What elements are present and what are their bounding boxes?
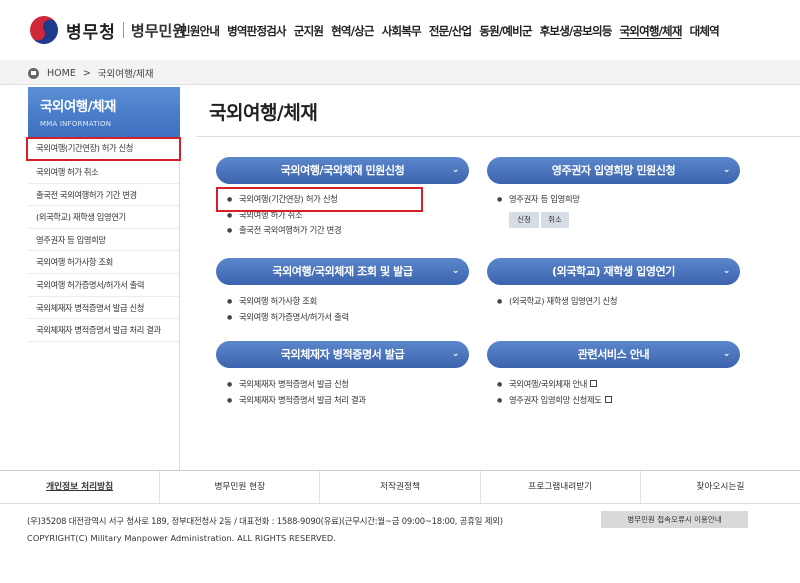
- external-link-icon: [590, 380, 598, 387]
- site-header: 병무청 병무민원 민원안내 병역판정검사 군지원 현역/상근 사회복무 전문/산…: [0, 0, 800, 60]
- sidebar-subtitle: MMA INFORMATION: [40, 120, 112, 128]
- footer-link-privacy[interactable]: 개인정보 처리방침: [0, 471, 161, 503]
- nav-item-candidate[interactable]: 후보생/공보의등: [540, 23, 613, 39]
- sidebar-item-permit-inquiry[interactable]: 국외여행 허가사항 조회: [28, 251, 179, 274]
- footer-link-copyright[interactable]: 저작권정책: [320, 471, 481, 503]
- list-item[interactable]: 국외체재자 병적증명서 발급 신청: [227, 377, 366, 393]
- nav-item-overseas[interactable]: 국외여행/체재: [620, 23, 683, 39]
- apply-button[interactable]: 신청: [509, 212, 539, 228]
- chevron-down-icon: ⌄: [722, 349, 731, 359]
- chevron-down-icon: ⌄: [451, 266, 460, 276]
- footer-address: (우)35208 대전광역시 서구 청사로 189, 정부대전청사 2동 / 대…: [27, 516, 503, 526]
- chevron-down-icon: ⌄: [451, 349, 460, 359]
- chevron-down-icon: ⌄: [722, 165, 731, 175]
- main-nav: 민원안내 병역판정검사 군지원 현역/상근 사회복무 전문/산업 동원/예비군 …: [180, 23, 727, 39]
- list-item[interactable]: 영주권자 등 입영희망: [497, 192, 580, 208]
- panel-inquiry-button[interactable]: 국외여행/국외체재 조회 및 발급 ⌄: [216, 258, 469, 285]
- panel-label: 국외여행/국외체재 민원신청: [280, 164, 405, 177]
- panel-resident-apply-list: 영주권자 등 입영희망: [497, 192, 580, 208]
- list-item[interactable]: 국외여행/국외체재 안내: [497, 377, 612, 393]
- footer-copyright: COPYRIGHT(C) Military Manpower Administr…: [27, 533, 337, 543]
- panel-inquiry-list: 국외여행 허가사항 조회 국외여행 허가증명서/허가서 출력: [227, 294, 349, 325]
- error-guide-button[interactable]: 병무민원 접속오류시 이용안내: [601, 511, 748, 528]
- sidebar-item-period-change[interactable]: 출국전 국외여행허가 기간 변경: [28, 184, 179, 207]
- nav-item-exam[interactable]: 병역판정검사: [227, 23, 286, 39]
- footer-link-directions[interactable]: 찾아오시는길: [641, 471, 800, 503]
- list-item[interactable]: 국외여행 허가사항 조회: [227, 294, 349, 310]
- sidebar-item-certificate-print[interactable]: 국외여행 허가증명서/허가서 출력: [28, 274, 179, 297]
- breadcrumb-home[interactable]: HOME: [47, 68, 76, 79]
- panel-label: (외국학교) 재학생 입영연기: [551, 265, 676, 278]
- footer-link-charter[interactable]: 병무민원 현장: [160, 471, 321, 503]
- list-item[interactable]: 국외체재자 병적증명서 발급 처리 결과: [227, 393, 366, 409]
- breadcrumb-current[interactable]: 국외여행/체재: [98, 66, 154, 80]
- chevron-down-icon: ⌄: [722, 266, 731, 276]
- sidebar-header: 국외여행/체재 MMA INFORMATION: [28, 87, 180, 137]
- highlight-box: [216, 187, 423, 212]
- page-title: 국외여행/체재: [209, 102, 318, 124]
- panel-label: 영주권자 입영희망 민원신청: [551, 164, 676, 177]
- sidebar-menu: 국외여행(기간연장) 허가 신청 국외여행 허가 취소 출국전 국외여행허가 기…: [26, 137, 181, 470]
- nav-item-civil-guide[interactable]: 민원안내: [180, 23, 220, 39]
- list-item[interactable]: 출국전 국외여행허가 기간 변경: [227, 223, 342, 239]
- chevron-down-icon: ⌄: [451, 165, 460, 175]
- site-logo[interactable]: 병무청 병무민원: [24, 10, 187, 50]
- list-item[interactable]: 국외여행 허가증명서/허가서 출력: [227, 310, 349, 326]
- nav-item-military-apply[interactable]: 군지원: [294, 23, 324, 39]
- panel-related-services-list: 국외여행/국외체재 안내 영주권자 입영희망 신청제도: [497, 377, 612, 408]
- list-item-label: 국외여행/국외체재 안내: [508, 379, 588, 389]
- list-item[interactable]: (외국학교) 재학생 입영연기 신청: [497, 294, 618, 310]
- sidebar-item-travel-cancel[interactable]: 국외여행 허가 취소: [28, 161, 179, 184]
- nav-item-reserve[interactable]: 동원/예비군: [479, 23, 532, 39]
- panel-travel-apply-button[interactable]: 국외여행/국외체재 민원신청 ⌄: [216, 157, 469, 184]
- panel-student-defer-list: (외국학교) 재학생 입영연기 신청: [497, 294, 618, 310]
- cancel-button[interactable]: 취소: [541, 212, 569, 228]
- nav-item-social-service[interactable]: 사회복무: [382, 23, 422, 39]
- home-icon[interactable]: [28, 67, 39, 79]
- logo-subtext: 병무민원: [130, 21, 187, 40]
- panel-related-services-button[interactable]: 관련서비스 안내 ⌄: [487, 341, 740, 368]
- title-divider: [196, 136, 800, 137]
- sidebar-item-record-result[interactable]: 국외체재자 병적증명서 발급 처리 결과: [28, 319, 179, 342]
- sidebar-item-record-apply[interactable]: 국외체재자 병적증명서 발급 신청: [28, 297, 179, 320]
- nav-item-active-duty[interactable]: 현역/상근: [331, 23, 374, 39]
- panel-student-defer-button[interactable]: (외국학교) 재학생 입영연기 ⌄: [487, 258, 740, 285]
- panel-record-button[interactable]: 국외체재자 병적증명서 발급 ⌄: [216, 341, 469, 368]
- nav-item-professional[interactable]: 전문/산업: [429, 23, 472, 39]
- list-item-label: 영주권자 입영희망 신청제도: [508, 394, 602, 405]
- panel-record-list: 국외체재자 병적증명서 발급 신청 국외체재자 병적증명서 발급 처리 결과: [227, 377, 366, 408]
- footer-link-downloads[interactable]: 프로그램내려받기: [481, 471, 641, 503]
- sidebar-title: 국외여행/체재: [40, 99, 116, 115]
- panel-label: 관련서비스 안내: [577, 348, 650, 361]
- panel-label: 국외체재자 병적증명서 발급: [280, 348, 405, 361]
- panel-resident-apply-button[interactable]: 영주권자 입영희망 민원신청 ⌄: [487, 157, 740, 184]
- breadcrumb-separator: >: [82, 67, 91, 79]
- sidebar-item-travel-permit[interactable]: 국외여행(기간연장) 허가 신청: [26, 137, 181, 161]
- nav-item-alternative[interactable]: 대체역: [690, 23, 720, 39]
- breadcrumb: HOME > 국외여행/체재: [28, 66, 153, 80]
- logo-divider: [122, 22, 124, 38]
- external-link-icon: [604, 395, 612, 403]
- sidebar-item-resident-enlist[interactable]: 영주권자 등 입영희망: [28, 229, 179, 252]
- list-item[interactable]: 영주권자 입영희망 신청제도: [497, 393, 612, 409]
- panel-label: 국외여행/국외체재 조회 및 발급: [272, 265, 413, 278]
- sidebar-item-student-defer[interactable]: (외국학교) 재학생 입영연기: [28, 206, 179, 229]
- footer-links: 개인정보 처리방침 병무민원 현장 저작권정책 프로그램내려받기 찾아오시는길: [0, 470, 800, 504]
- taegeuk-logo-icon: [24, 10, 64, 50]
- logo-text: 병무청: [66, 22, 116, 43]
